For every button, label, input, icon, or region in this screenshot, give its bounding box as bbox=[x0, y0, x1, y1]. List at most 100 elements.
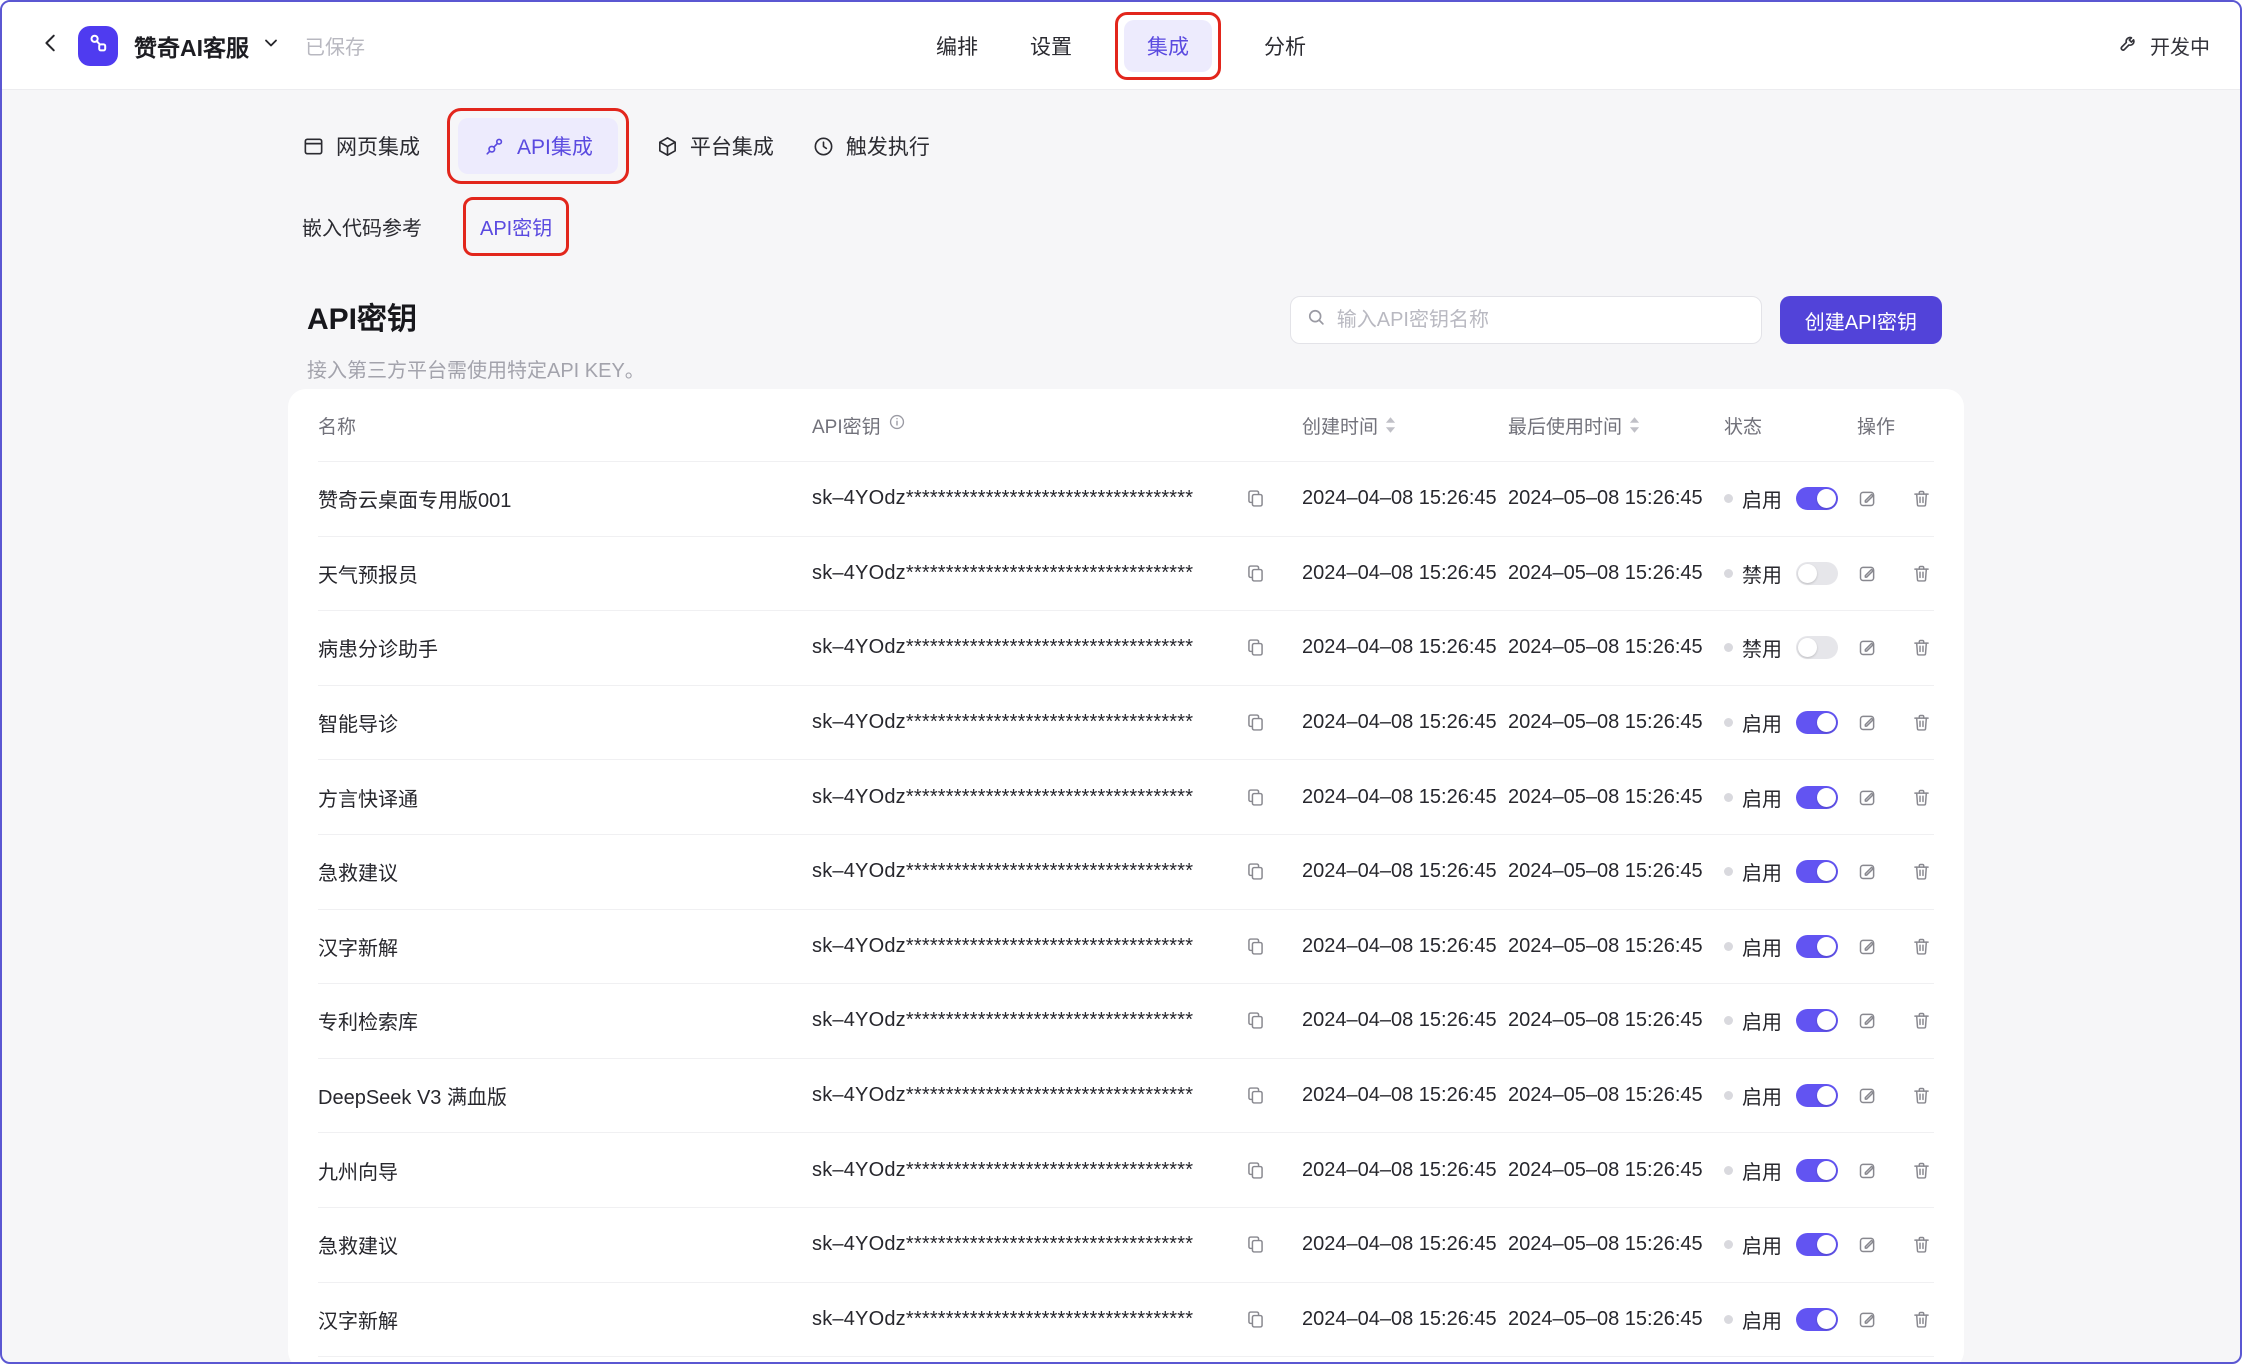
status-toggle[interactable] bbox=[1796, 1308, 1838, 1331]
delete-button[interactable] bbox=[1911, 488, 1932, 509]
edit-button[interactable] bbox=[1857, 861, 1878, 882]
copy-button[interactable] bbox=[1245, 1010, 1266, 1031]
copy-button[interactable] bbox=[1245, 861, 1266, 882]
tab-integration-label: 集成 bbox=[1147, 36, 1189, 59]
subtab-api-keys[interactable]: API密钥 bbox=[480, 212, 552, 241]
tab-settings[interactable]: 设置 bbox=[1030, 31, 1072, 61]
copy-button[interactable] bbox=[1245, 1160, 1266, 1181]
search-input[interactable] bbox=[1337, 309, 1746, 332]
delete-button[interactable] bbox=[1911, 637, 1932, 658]
edit-button[interactable] bbox=[1857, 712, 1878, 733]
tab-integration[interactable]: 集成 bbox=[1124, 20, 1212, 72]
delete-button[interactable] bbox=[1911, 1085, 1932, 1106]
delete-button[interactable] bbox=[1911, 563, 1932, 584]
delete-button[interactable] bbox=[1911, 936, 1932, 957]
copy-button[interactable] bbox=[1245, 787, 1266, 808]
copy-button[interactable] bbox=[1245, 936, 1266, 957]
col-last-used[interactable]: 最后使用时间 bbox=[1508, 412, 1724, 439]
actions-cell bbox=[1857, 1010, 1934, 1031]
actions-cell bbox=[1857, 488, 1934, 509]
tab-api-integration-label: API集成 bbox=[517, 131, 593, 161]
tab-platform-integration[interactable]: 平台集成 bbox=[656, 131, 774, 161]
copy-button[interactable] bbox=[1245, 712, 1266, 733]
status-dot-icon bbox=[1724, 793, 1733, 802]
api-key-masked: sk–4YOdz********************************… bbox=[812, 1009, 1193, 1032]
table-row: 汉字新解 sk–4YOdz***************************… bbox=[318, 910, 1934, 985]
sort-icon[interactable] bbox=[1629, 417, 1640, 433]
tab-orchestrate[interactable]: 编排 bbox=[936, 31, 978, 61]
dev-mode-badge[interactable]: 开发中 bbox=[2118, 31, 2210, 60]
subtab-embed-code[interactable]: 嵌入代码参考 bbox=[302, 212, 422, 241]
copy-button[interactable] bbox=[1245, 637, 1266, 658]
status-toggle[interactable] bbox=[1796, 711, 1838, 734]
edit-button[interactable] bbox=[1857, 787, 1878, 808]
tab-web-integration[interactable]: 网页集成 bbox=[302, 131, 420, 161]
edit-button[interactable] bbox=[1857, 1085, 1878, 1106]
actions-cell bbox=[1857, 712, 1934, 733]
status-toggle[interactable] bbox=[1796, 636, 1838, 659]
api-key-cell: sk–4YOdz********************************… bbox=[812, 860, 1302, 883]
status-toggle[interactable] bbox=[1796, 1009, 1838, 1032]
api-key-masked: sk–4YOdz********************************… bbox=[812, 487, 1193, 510]
app-switcher-caret[interactable] bbox=[261, 33, 281, 58]
last-used-time: 2024–05–08 15:26:45 bbox=[1508, 1159, 1724, 1182]
copy-button[interactable] bbox=[1245, 488, 1266, 509]
sort-icon[interactable] bbox=[1385, 417, 1396, 433]
api-key-name: 汉字新解 bbox=[318, 1305, 812, 1334]
status-toggle[interactable] bbox=[1796, 487, 1838, 510]
copy-button[interactable] bbox=[1245, 1309, 1266, 1330]
delete-button[interactable] bbox=[1911, 787, 1932, 808]
delete-button[interactable] bbox=[1911, 1010, 1932, 1031]
tab-trigger-execution[interactable]: 触发执行 bbox=[812, 131, 930, 161]
table-row: 天气预报员 sk–4YOdz**************************… bbox=[318, 537, 1934, 612]
created-time: 2024–04–08 15:26:45 bbox=[1302, 487, 1508, 510]
copy-button[interactable] bbox=[1245, 1085, 1266, 1106]
status-dot-icon bbox=[1724, 569, 1733, 578]
edit-button[interactable] bbox=[1857, 563, 1878, 584]
subtab-api-keys-label: API密钥 bbox=[480, 218, 552, 240]
status-toggle[interactable] bbox=[1796, 786, 1838, 809]
create-api-key-button[interactable]: 创建API密钥 bbox=[1780, 296, 1942, 344]
status-toggle[interactable] bbox=[1796, 1084, 1838, 1107]
tab-analytics[interactable]: 分析 bbox=[1264, 31, 1306, 61]
edit-button[interactable] bbox=[1857, 488, 1878, 509]
table-header: 名称 API密钥 创建时间 最后使用时间 bbox=[318, 389, 1934, 462]
back-button[interactable] bbox=[40, 32, 62, 59]
api-key-name: 智能导诊 bbox=[318, 708, 812, 737]
delete-button[interactable] bbox=[1911, 1234, 1932, 1255]
status-label: 禁用 bbox=[1742, 633, 1782, 662]
edit-button[interactable] bbox=[1857, 1010, 1878, 1031]
edit-button[interactable] bbox=[1857, 1160, 1878, 1181]
status-label: 启用 bbox=[1742, 1230, 1782, 1259]
status-toggle[interactable] bbox=[1796, 562, 1838, 585]
delete-button[interactable] bbox=[1911, 712, 1932, 733]
status-label: 禁用 bbox=[1742, 559, 1782, 588]
table-row: 急救建议 sk–4YOdz***************************… bbox=[318, 835, 1934, 910]
api-key-masked: sk–4YOdz********************************… bbox=[812, 636, 1193, 659]
copy-button[interactable] bbox=[1245, 563, 1266, 584]
status-dot-icon bbox=[1724, 1240, 1733, 1249]
status-toggle[interactable] bbox=[1796, 1159, 1838, 1182]
status-toggle[interactable] bbox=[1796, 935, 1838, 958]
delete-button[interactable] bbox=[1911, 861, 1932, 882]
created-time: 2024–04–08 15:26:45 bbox=[1302, 1084, 1508, 1107]
status-cell: 启用 bbox=[1724, 1006, 1857, 1035]
status-toggle[interactable] bbox=[1796, 860, 1838, 883]
delete-button[interactable] bbox=[1911, 1309, 1932, 1330]
delete-button[interactable] bbox=[1911, 1160, 1932, 1181]
copy-button[interactable] bbox=[1245, 1234, 1266, 1255]
edit-button[interactable] bbox=[1857, 936, 1878, 957]
edit-button[interactable] bbox=[1857, 1234, 1878, 1255]
api-key-search[interactable] bbox=[1290, 296, 1762, 344]
status-cell: 禁用 bbox=[1724, 559, 1857, 588]
tab-web-integration-label: 网页集成 bbox=[336, 131, 420, 161]
status-label: 启用 bbox=[1742, 783, 1782, 812]
tab-api-integration[interactable]: API集成 bbox=[458, 118, 618, 174]
status-toggle[interactable] bbox=[1796, 1233, 1838, 1256]
edit-button[interactable] bbox=[1857, 637, 1878, 658]
col-created[interactable]: 创建时间 bbox=[1302, 412, 1508, 439]
edit-button[interactable] bbox=[1857, 1309, 1878, 1330]
api-key-cell: sk–4YOdz********************************… bbox=[812, 636, 1302, 659]
info-icon[interactable] bbox=[888, 413, 906, 437]
api-key-cell: sk–4YOdz********************************… bbox=[812, 711, 1302, 734]
